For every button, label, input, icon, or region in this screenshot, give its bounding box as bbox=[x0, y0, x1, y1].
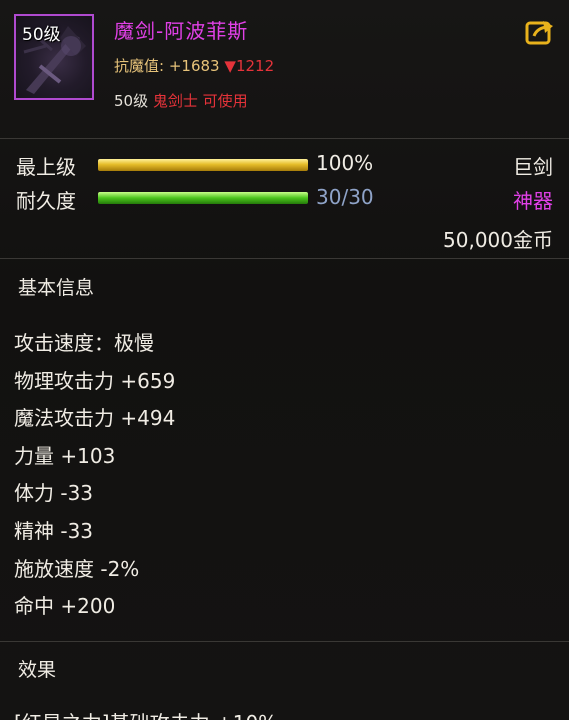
grade-bar bbox=[98, 159, 308, 171]
resist-change-value: 1212 bbox=[235, 57, 275, 75]
effects-title: 效果 bbox=[18, 659, 57, 681]
resist-value: +1683 bbox=[168, 57, 220, 75]
attribute-line: 攻击速度：极慢 bbox=[14, 331, 154, 355]
attribute-line: 精神 -33 bbox=[14, 519, 94, 543]
attribute-line: 施放速度 -2% bbox=[14, 557, 140, 581]
item-tooltip-panel: 50级 魔剑-阿波菲斯 抗魔值: +1683 ▼1212 50级 鬼剑士 可使用… bbox=[0, 0, 569, 720]
rarity: 神器 bbox=[513, 189, 553, 213]
share-out-icon[interactable] bbox=[525, 18, 555, 46]
weapon-type: 巨剑 bbox=[513, 155, 553, 179]
grade-bar-fill bbox=[98, 159, 308, 171]
usable-row: 50级 鬼剑士 可使用 bbox=[114, 90, 248, 111]
triangle-down-icon: ▼ bbox=[224, 57, 236, 75]
stats-divider bbox=[0, 258, 569, 259]
grade-label: 最上级 bbox=[16, 155, 76, 179]
attribute-line: 物理攻击力 +659 bbox=[14, 369, 176, 393]
durability-label: 耐久度 bbox=[16, 189, 76, 213]
usable-level: 50级 bbox=[114, 92, 149, 110]
durability-text: 30/30 bbox=[316, 185, 374, 209]
durability-bar-fill bbox=[98, 192, 308, 204]
durability-bar bbox=[98, 192, 308, 204]
usable-text: 可使用 bbox=[202, 92, 248, 110]
grade-percent-text: 100% bbox=[316, 151, 374, 175]
item-name: 魔剑-阿波菲斯 bbox=[114, 19, 249, 43]
item-level-tag: 50级 bbox=[22, 25, 61, 45]
resist-label: 抗魔值 bbox=[114, 57, 160, 75]
attribute-line: 力量 +103 bbox=[14, 444, 116, 468]
resist-change: ▼1212 bbox=[224, 57, 274, 75]
item-icon: 50级 bbox=[14, 14, 94, 100]
resist-colon: : bbox=[159, 57, 165, 75]
attribute-line: 魔法攻击力 +494 bbox=[14, 406, 176, 430]
effects-divider bbox=[0, 641, 569, 642]
effect-line: [红星之力]基础攻击力 +10% bbox=[14, 707, 277, 720]
basic-info-title: 基本信息 bbox=[18, 277, 95, 299]
price: 50,000金币 bbox=[443, 228, 553, 252]
attribute-line: 命中 +200 bbox=[14, 594, 116, 618]
attribute-line: 体力 -33 bbox=[14, 481, 94, 505]
header-divider bbox=[0, 138, 569, 139]
resist-row: 抗魔值: +1683 ▼1212 bbox=[114, 55, 274, 76]
usable-class: 鬼剑士 bbox=[152, 92, 198, 110]
